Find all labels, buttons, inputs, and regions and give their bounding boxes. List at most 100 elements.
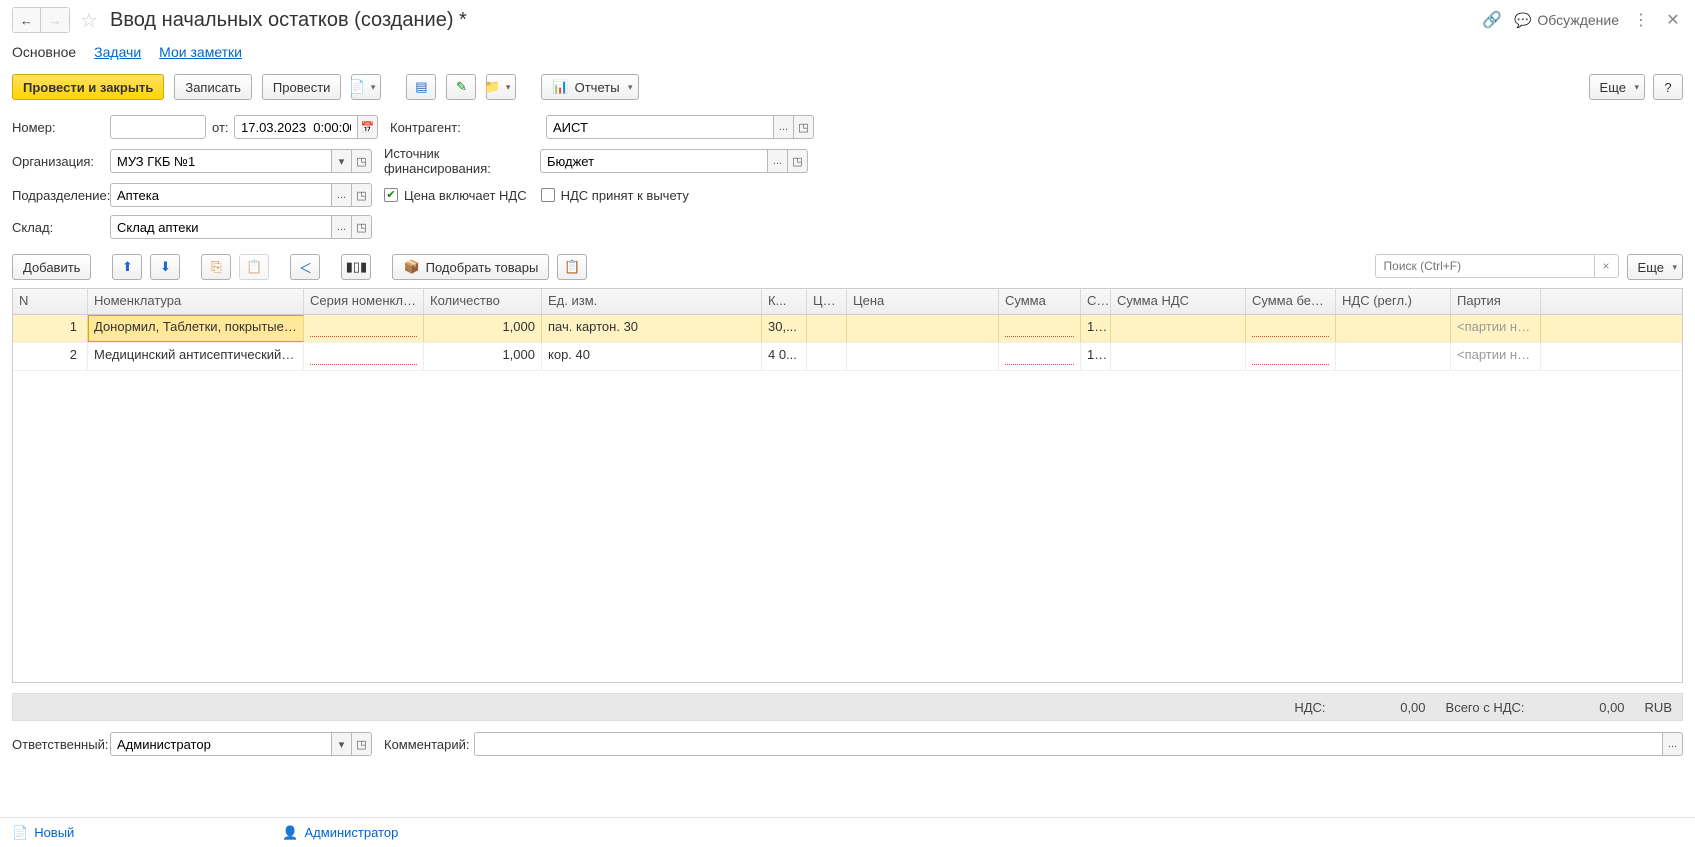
warehouse-select-button[interactable]: ... bbox=[332, 215, 352, 239]
nds-deduct-check[interactable]: НДС принят к вычету bbox=[541, 188, 689, 203]
table-row[interactable]: 1 Донормил, Таблетки, покрытые об... 1,0… bbox=[13, 315, 1682, 343]
cell-ser bbox=[304, 315, 424, 342]
pick-goods-button[interactable]: 📦 Подобрать товары bbox=[392, 254, 549, 280]
clipboard-button[interactable]: 📋 bbox=[557, 254, 587, 280]
th-unit[interactable]: Ед. изм. bbox=[542, 289, 762, 314]
table-header: N Номенклатура Серия номенкла... Количес… bbox=[13, 289, 1682, 315]
th-ndsr[interactable]: НДС (регл.) bbox=[1336, 289, 1451, 314]
cell-part: <партии не... bbox=[1451, 343, 1541, 370]
edit-button[interactable]: ✎ bbox=[446, 74, 476, 100]
source-input[interactable] bbox=[540, 149, 768, 173]
dept-open-button[interactable]: ◳ bbox=[352, 183, 372, 207]
cell-qty: 1,000 bbox=[424, 343, 542, 370]
post-and-close-button[interactable]: Провести и закрыть bbox=[12, 74, 164, 100]
th-ser[interactable]: Серия номенкла... bbox=[304, 289, 424, 314]
save-button[interactable]: Записать bbox=[174, 74, 252, 100]
cell-n: 2 bbox=[13, 343, 88, 370]
comment-input[interactable] bbox=[474, 732, 1663, 756]
resp-dropdown-button[interactable]: ▾ bbox=[332, 732, 352, 756]
create-based-on-button[interactable]: 📄 bbox=[351, 74, 381, 100]
post-button[interactable]: Провести bbox=[262, 74, 342, 100]
th-price[interactable]: Цена bbox=[847, 289, 999, 314]
contractor-input[interactable] bbox=[546, 115, 774, 139]
document-icon: 📄 bbox=[12, 825, 28, 841]
search-clear-button[interactable]: × bbox=[1595, 254, 1619, 278]
discuss-link[interactable]: 💬 Обсуждение bbox=[1514, 12, 1619, 29]
resp-open-button[interactable]: ◳ bbox=[352, 732, 372, 756]
th-sum[interactable]: Сумма bbox=[999, 289, 1081, 314]
table-search-input[interactable] bbox=[1375, 254, 1595, 278]
print-button[interactable]: 📁 bbox=[486, 74, 516, 100]
status-new-link[interactable]: 📄 Новый bbox=[12, 825, 74, 841]
resp-label: Ответственный: bbox=[12, 737, 110, 752]
comment-expand-button[interactable]: ... bbox=[1663, 732, 1683, 756]
clipboard-icon: 📋 bbox=[564, 259, 580, 275]
cell-ce bbox=[807, 315, 847, 342]
copy-button[interactable]: ⎘ bbox=[201, 254, 231, 280]
org-open-button[interactable]: ◳ bbox=[352, 149, 372, 173]
cell-ser bbox=[304, 343, 424, 370]
open-icon: ◳ bbox=[356, 738, 366, 751]
calendar-button[interactable]: 📅 bbox=[358, 115, 378, 139]
cell-sum bbox=[999, 315, 1081, 342]
th-nom[interactable]: Номенклатура bbox=[88, 289, 304, 314]
cell-price bbox=[847, 343, 999, 370]
reports-button[interactable]: 📊 Отчеты bbox=[541, 74, 638, 100]
th-koef[interactable]: К... bbox=[762, 289, 807, 314]
source-select-button[interactable]: ... bbox=[768, 149, 788, 173]
paste-button[interactable]: 📋 bbox=[239, 254, 269, 280]
warehouse-input[interactable] bbox=[110, 215, 332, 239]
move-up-button[interactable]: ⬆ bbox=[112, 254, 142, 280]
share-button[interactable]: ＜ bbox=[290, 254, 320, 280]
status-user-link[interactable]: 👤 Администратор bbox=[282, 825, 398, 841]
cell-unit: кор. 40 bbox=[542, 343, 762, 370]
org-input[interactable] bbox=[110, 149, 332, 173]
add-row-button[interactable]: Добавить bbox=[12, 254, 91, 280]
resp-input[interactable] bbox=[110, 732, 332, 756]
more-menu-icon[interactable] bbox=[1631, 10, 1651, 30]
move-down-button[interactable]: ⬇ bbox=[150, 254, 180, 280]
back-button[interactable]: ← bbox=[13, 8, 41, 32]
dept-select-button[interactable]: ... bbox=[332, 183, 352, 207]
cell-ndsr bbox=[1336, 343, 1451, 370]
date-input[interactable] bbox=[234, 115, 358, 139]
close-icon[interactable]: ✕ bbox=[1663, 10, 1683, 30]
table-more-button[interactable]: Еще bbox=[1627, 254, 1683, 280]
tab-tasks[interactable]: Задачи bbox=[94, 44, 141, 60]
tab-notes[interactable]: Мои заметки bbox=[159, 44, 242, 60]
arrow-right-icon: → bbox=[49, 13, 62, 28]
th-ce[interactable]: Це... bbox=[807, 289, 847, 314]
structure-button[interactable]: ▤ bbox=[406, 74, 436, 100]
th-snds[interactable]: Сумма НДС bbox=[1111, 289, 1246, 314]
org-dropdown-button[interactable]: ▾ bbox=[332, 149, 352, 173]
copy-icon: ⎘ bbox=[211, 259, 221, 275]
link-icon[interactable]: 🔗 bbox=[1482, 10, 1502, 30]
barcode-button[interactable]: ▮▯▮ bbox=[341, 254, 371, 280]
table-row[interactable]: 2 Медицинский антисептический ра... 1,00… bbox=[13, 343, 1682, 371]
contractor-select-button[interactable]: ... bbox=[774, 115, 794, 139]
cell-nom[interactable]: Донормил, Таблетки, покрытые об... bbox=[88, 315, 304, 342]
status-new-label: Новый bbox=[34, 825, 74, 840]
contractor-open-button[interactable]: ◳ bbox=[794, 115, 814, 139]
favorite-icon[interactable]: ☆ bbox=[78, 9, 100, 31]
more-button[interactable]: Еще bbox=[1589, 74, 1645, 100]
folder-icon: 📁 bbox=[484, 79, 500, 95]
number-input[interactable] bbox=[110, 115, 206, 139]
th-sbez[interactable]: Сумма без ... bbox=[1246, 289, 1336, 314]
th-st[interactable]: С... bbox=[1081, 289, 1111, 314]
cell-price bbox=[847, 315, 999, 342]
items-table: N Номенклатура Серия номенкла... Количес… bbox=[12, 288, 1683, 683]
forward-button[interactable]: → bbox=[41, 8, 69, 32]
tab-main[interactable]: Основное bbox=[12, 44, 76, 60]
th-part[interactable]: Партия bbox=[1451, 289, 1541, 314]
cell-sbez bbox=[1246, 315, 1336, 342]
th-n[interactable]: N bbox=[13, 289, 88, 314]
cell-part: <партии не... bbox=[1451, 315, 1541, 342]
warehouse-open-button[interactable]: ◳ bbox=[352, 215, 372, 239]
date-label: от: bbox=[212, 120, 234, 135]
th-qty[interactable]: Количество bbox=[424, 289, 542, 314]
dept-input[interactable] bbox=[110, 183, 332, 207]
price-includes-nds-check[interactable]: Цена включает НДС bbox=[384, 188, 527, 203]
help-button[interactable]: ? bbox=[1653, 74, 1683, 100]
source-open-button[interactable]: ◳ bbox=[788, 149, 808, 173]
